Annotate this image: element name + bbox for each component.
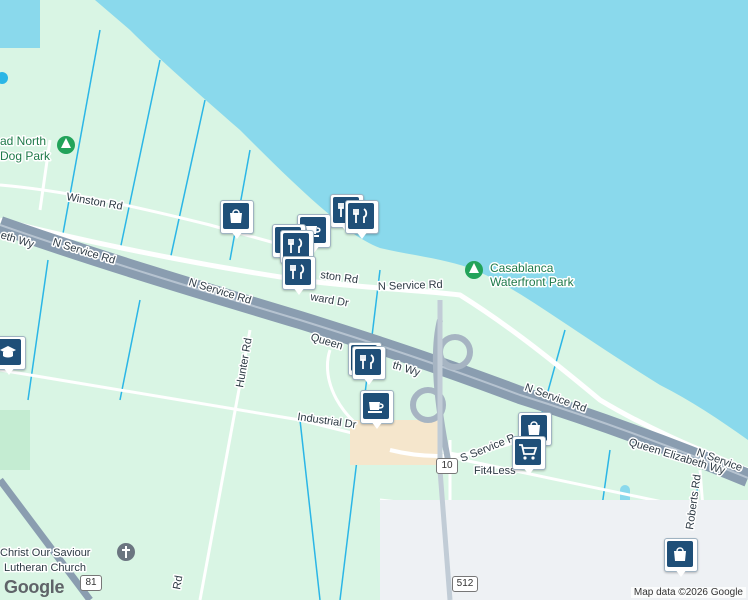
highway-10-shield: 10 bbox=[436, 458, 458, 474]
graduation-cap-icon bbox=[0, 346, 16, 358]
shopping-cart-icon bbox=[519, 444, 538, 460]
shopping-bag-icon bbox=[230, 209, 242, 223]
label-rd-bottom: Rd bbox=[171, 575, 185, 591]
field-area bbox=[0, 410, 30, 470]
shopping-bag-marker[interactable] bbox=[220, 200, 254, 242]
map-attribution[interactable]: Map data ©2026 Google bbox=[630, 587, 746, 598]
label-dog-park-2: Dog Park bbox=[0, 149, 51, 163]
label-church-2: Lutheran Church bbox=[4, 562, 86, 574]
coffee-cup-icon bbox=[368, 402, 384, 413]
label-casablanca-2: Waterfront Park bbox=[490, 275, 575, 289]
highway-81-shield: 81 bbox=[80, 575, 102, 591]
restaurant-marker-6[interactable] bbox=[352, 346, 386, 388]
restaurant-marker-2[interactable] bbox=[345, 200, 379, 242]
label-n-service-rd-3: N Service Rd bbox=[378, 279, 443, 293]
label-dog-park-1: ad North bbox=[0, 134, 46, 148]
label-fit4less: Fit4Less bbox=[474, 465, 516, 477]
highway-512-shield: 512 bbox=[452, 576, 478, 592]
shopping-bag-marker-3[interactable] bbox=[664, 538, 698, 580]
cafe-marker-2[interactable] bbox=[360, 390, 394, 432]
shopping-bag-icon bbox=[528, 421, 540, 435]
harbour-water bbox=[0, 0, 40, 48]
fork-knife-icon bbox=[290, 264, 305, 279]
shopping-bag-icon bbox=[674, 547, 686, 561]
school-marker[interactable] bbox=[0, 336, 26, 378]
restaurant-marker-5[interactable] bbox=[282, 256, 316, 298]
label-church-1: Christ Our Saviour bbox=[0, 547, 91, 559]
fork-knife-icon bbox=[353, 208, 368, 223]
fork-knife-icon bbox=[288, 238, 303, 253]
fork-knife-icon bbox=[360, 354, 375, 369]
label-casablanca-1: Casablanca bbox=[490, 261, 554, 275]
grocery-marker[interactable] bbox=[512, 436, 546, 478]
google-logo: Google bbox=[4, 577, 65, 597]
map-canvas[interactable]: Winston Rd ston Rd N Service Rd N Servic… bbox=[0, 0, 748, 600]
